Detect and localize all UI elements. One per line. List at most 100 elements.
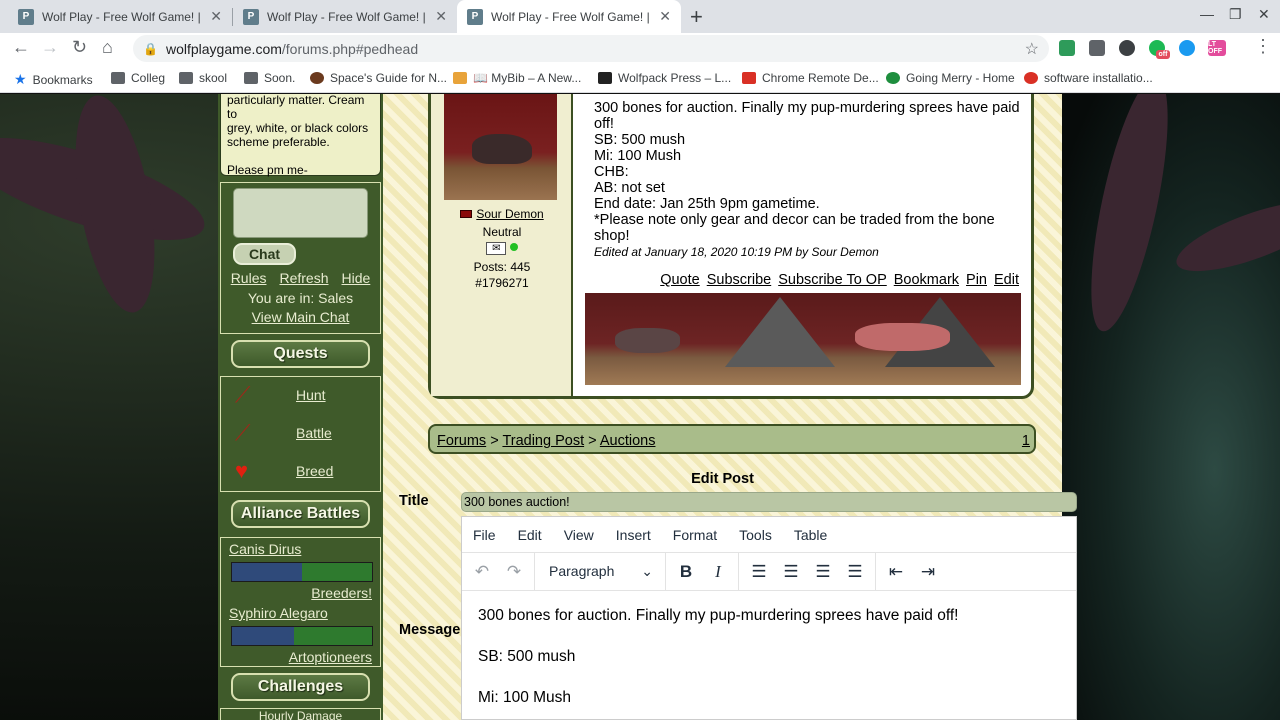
view-main-chat-link[interactable]: View Main Chat [252, 309, 350, 325]
bookmark-item[interactable]: Chrome Remote De... [742, 71, 879, 85]
chat-rules-link[interactable]: Rules [231, 270, 267, 286]
post-line: Mi: 100 Mush [594, 148, 682, 164]
opponent-link[interactable]: Artoptioneers [289, 649, 372, 665]
menu-format[interactable]: Format [673, 527, 717, 543]
align-center-icon[interactable]: ☰ [775, 562, 807, 582]
quests-header-button[interactable]: Quests [231, 340, 370, 368]
new-tab-icon[interactable]: + [690, 4, 703, 30]
author-status-row: ✉ [431, 240, 573, 255]
breadcrumb-forums[interactable]: Forums [437, 433, 486, 449]
bookmark-item[interactable]: 📖 MyBib – A New... [453, 71, 581, 85]
bookmark-star-icon[interactable]: ☆ [1025, 39, 1039, 59]
alliance-name-link[interactable]: Syphiro Alegaro [229, 605, 328, 621]
bookmark-folder[interactable]: Colleg [111, 71, 165, 85]
extension-save-icon[interactable] [1089, 40, 1105, 56]
star-icon: ★ [14, 71, 27, 87]
redo-icon[interactable]: ↷ [498, 562, 530, 582]
minimize-icon[interactable]: — [1200, 6, 1214, 22]
quest-breed[interactable]: ♥ Breed [235, 457, 333, 485]
lock-icon[interactable]: 🔒 [143, 42, 158, 56]
bookmark-item[interactable]: Going Merry - Home [886, 71, 1015, 85]
back-arrow-icon[interactable]: ← [12, 37, 30, 58]
bookmark-folder[interactable]: skool [179, 71, 227, 85]
page-number-link[interactable]: 1 [1022, 433, 1030, 449]
align-left-icon[interactable]: ☰ [743, 562, 775, 582]
quest-battle[interactable]: ⟋ Battle [235, 419, 332, 447]
chat-button[interactable]: Chat [233, 243, 296, 265]
block-format-value: Paragraph [549, 563, 615, 579]
alliance-battles-button[interactable]: Alliance Battles [231, 500, 370, 528]
menu-view[interactable]: View [564, 527, 594, 543]
post-body: 300 bones for auction. Finally my pup-mu… [594, 100, 1024, 244]
chat-panel: Chat Rules Refresh Hide You are in: Sale… [220, 182, 381, 334]
bookmark-item[interactable]: software installatio... [1024, 71, 1153, 85]
forward-arrow-icon[interactable]: → [41, 37, 59, 58]
outdent-icon[interactable]: ⇤ [880, 562, 912, 582]
post-line: SB: 500 mush [594, 132, 686, 148]
menu-kebab-icon[interactable]: ⋮ [1254, 36, 1272, 57]
browser-tab-1[interactable]: P Wolf Play - Free Wolf Game! | Wo ✕ [8, 0, 232, 33]
editor-content[interactable]: 300 bones for auction. Finally my pup-mu… [462, 591, 1076, 720]
chat-refresh-link[interactable]: Refresh [279, 270, 328, 286]
bookmark-item[interactable]: Space's Guide for N... [310, 71, 447, 85]
subscribe-to-op-link[interactable]: Subscribe To OP [778, 272, 887, 288]
close-tab-icon[interactable]: ✕ [659, 8, 671, 25]
close-tab-icon[interactable]: ✕ [210, 8, 222, 25]
alliance-name-link[interactable]: Canis Dirus [229, 541, 301, 557]
browser-tab-2[interactable]: P Wolf Play - Free Wolf Game! | Wo ✕ [233, 0, 457, 33]
quote-link[interactable]: Quote [660, 272, 700, 288]
extension-shield-icon[interactable] [1119, 40, 1135, 56]
menu-file[interactable]: File [473, 527, 496, 543]
bookmark-link[interactable]: Bookmark [894, 272, 959, 288]
pin-link[interactable]: Pin [966, 272, 987, 288]
reload-icon[interactable]: ↻ [72, 37, 87, 58]
chat-input[interactable] [233, 188, 368, 238]
address-bar[interactable]: 🔒 wolfplaygame.com/forums.php#pedhead ☆ [133, 35, 1049, 62]
bookmark-folder[interactable]: Soon. [244, 71, 295, 85]
alliance-progress-bar [231, 626, 373, 646]
extension-languagetool-icon[interactable]: LT OFF [1208, 40, 1226, 56]
bookmark-item[interactable]: ★ Bookmarks [14, 71, 93, 88]
menu-table[interactable]: Table [794, 527, 827, 543]
menu-insert[interactable]: Insert [616, 527, 651, 543]
italic-icon[interactable]: I [702, 562, 734, 582]
challenge-hourly-damage[interactable]: Hourly Damage [220, 708, 381, 720]
block-format-select[interactable]: Paragraph ⌄ [539, 563, 661, 580]
challenges-button[interactable]: Challenges [231, 673, 370, 701]
align-right-icon[interactable]: ☰ [807, 562, 839, 582]
undo-icon[interactable]: ↶ [466, 562, 498, 582]
author-name-link[interactable]: Sour Demon [476, 207, 543, 221]
format-group: Paragraph ⌄ [535, 552, 666, 591]
chat-hide-link[interactable]: Hide [342, 270, 371, 286]
menu-tools[interactable]: Tools [739, 527, 772, 543]
close-window-icon[interactable]: ✕ [1258, 6, 1270, 23]
bookmark-item[interactable]: Wolfpack Press – L... [598, 71, 731, 85]
extension-vpn-icon[interactable] [1179, 40, 1195, 56]
bold-icon[interactable]: B [670, 562, 702, 582]
opponent-link[interactable]: Breeders! [311, 585, 372, 601]
align-justify-icon[interactable]: ☰ [839, 562, 871, 582]
alliance-progress-rest [302, 563, 372, 581]
breadcrumb-trading-post[interactable]: Trading Post [502, 433, 584, 449]
post-line: *Please note only gear and decor can be … [594, 212, 995, 244]
indent-icon[interactable]: ⇥ [912, 562, 944, 582]
browser-tab-3-active[interactable]: P Wolf Play - Free Wolf Game! | Wo ✕ [457, 0, 681, 33]
edit-post-heading: Edit Post [691, 471, 754, 487]
extension-sheets-icon[interactable] [1059, 40, 1075, 56]
home-icon[interactable]: ⌂ [102, 37, 113, 58]
restore-icon[interactable]: ❐ [1229, 6, 1242, 23]
menu-edit[interactable]: Edit [518, 527, 542, 543]
quest-hunt[interactable]: ⟋ Hunt [235, 381, 326, 409]
breadcrumb-auctions[interactable]: Auctions [600, 433, 656, 449]
mail-icon[interactable]: ✉ [486, 242, 507, 255]
chat-links: Rules Refresh Hide [221, 270, 380, 286]
remote-desktop-icon [742, 72, 756, 84]
background-forest-right [1062, 94, 1280, 720]
close-tab-icon[interactable]: ✕ [435, 8, 447, 25]
edit-link[interactable]: Edit [994, 272, 1019, 288]
message-label: Message [399, 622, 461, 638]
title-input[interactable]: 300 bones auction! [461, 492, 1077, 512]
subscribe-link[interactable]: Subscribe [707, 272, 771, 288]
signature-banner-image [585, 293, 1021, 385]
wolf-figure [855, 323, 950, 351]
